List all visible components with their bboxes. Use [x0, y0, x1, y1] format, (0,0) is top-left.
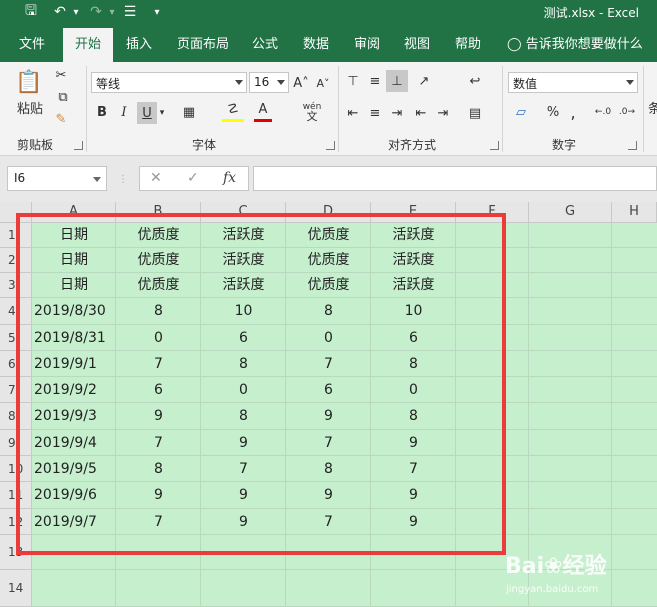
ribbon-tabs: 文件 开始 插入 页面布局 公式 数据 审阅 视图 帮助 ◯ 告诉我你想要做什么: [0, 24, 657, 62]
paste-icon[interactable]: 📋: [14, 68, 44, 96]
align-middle-icon[interactable]: ≡: [366, 72, 384, 90]
name-box[interactable]: I6: [7, 166, 107, 191]
insert-function-icon[interactable]: fx: [223, 170, 236, 186]
orientation-icon[interactable]: ↗: [414, 72, 434, 90]
formula-bar: I6 ⋮ ✕ ✓ fx: [0, 156, 657, 202]
align-bottom-icon[interactable]: ⊥: [386, 70, 408, 92]
borders-icon[interactable]: ▦: [178, 102, 200, 122]
watermark-url: jingyan.baidu.com: [506, 584, 599, 595]
phonetic-icon[interactable]: wén 文: [300, 100, 324, 124]
copy-icon[interactable]: ⧉: [52, 88, 74, 106]
column-header-g[interactable]: G: [529, 202, 612, 223]
increase-decimal-icon[interactable]: ←.0: [594, 102, 612, 122]
customize-toolbar-icon[interactable]: ▾: [150, 2, 164, 22]
undo-dropdown-icon[interactable]: ▾: [70, 2, 82, 22]
lightbulb-icon: ◯: [507, 37, 522, 52]
chevron-down-icon: [93, 177, 101, 182]
form-icon[interactable]: ☰: [120, 2, 140, 22]
tab-formulas[interactable]: 公式: [252, 33, 278, 52]
align-top-icon[interactable]: ⊤: [344, 72, 362, 90]
column-header-h[interactable]: H: [612, 202, 657, 223]
group-separator: [502, 66, 503, 152]
redo-dropdown-icon[interactable]: ▾: [106, 2, 118, 22]
merge-center-icon[interactable]: ▤: [464, 104, 486, 122]
font-name-combo[interactable]: 等线: [91, 72, 247, 93]
tab-data[interactable]: 数据: [303, 33, 329, 52]
clipboard-group-label: 剪贴板: [17, 138, 54, 152]
title-bar: 🖫 ↶ ▾ ↷ ▾ ☰ ▾ 测试.xlsx - Excel: [0, 0, 657, 24]
paste-button[interactable]: 粘贴: [12, 98, 48, 117]
chevron-down-icon: [277, 80, 285, 85]
grid-line-vertical: [611, 223, 612, 607]
tab-review[interactable]: 审阅: [354, 33, 380, 52]
wrap-text-icon[interactable]: ↩: [466, 70, 484, 92]
font-launcher-icon[interactable]: [326, 141, 335, 150]
font-group-label: 字体: [192, 138, 217, 152]
chevron-down-icon: [626, 80, 634, 85]
align-center-icon[interactable]: ≡: [366, 104, 384, 122]
window-title: 测试.xlsx - Excel: [543, 6, 639, 20]
increase-indent-icon[interactable]: ⇥: [434, 104, 452, 122]
alignment-group-label: 对齐方式: [388, 138, 437, 152]
chevron-down-icon: [235, 80, 243, 85]
ribbon: 📋 粘贴 ✂ ⧉ ✎ 剪贴板 等线 16 A˄ A˅ B I U ▾ ▦ ☡ A…: [0, 62, 657, 156]
phonetic-bottom-text: 文: [306, 110, 318, 123]
decrease-indent-icon[interactable]: ⇤: [412, 104, 430, 122]
shrink-font-button[interactable]: A˅: [314, 73, 332, 93]
conditional-format-button[interactable]: 条: [648, 98, 657, 117]
tab-view[interactable]: 视图: [404, 33, 430, 52]
underline-dropdown-icon[interactable]: ▾: [157, 104, 167, 122]
number-group-label: 数字: [552, 138, 577, 152]
watermark-logo: Bai❀经验: [505, 554, 607, 579]
redo-icon[interactable]: ↷: [86, 2, 106, 22]
highlight-rectangle: [16, 213, 506, 555]
tab-page-layout[interactable]: 页面布局: [177, 33, 229, 52]
formula-input[interactable]: [253, 166, 657, 191]
tab-help[interactable]: 帮助: [455, 33, 481, 52]
font-color-icon[interactable]: A: [254, 100, 272, 122]
italic-button[interactable]: I: [116, 102, 132, 122]
enter-icon[interactable]: ✓: [187, 170, 199, 186]
comma-style-button[interactable]: ,: [566, 102, 580, 122]
number-launcher-icon[interactable]: [628, 141, 637, 150]
group-separator: [643, 66, 644, 152]
decrease-decimal-icon[interactable]: .0→: [618, 102, 636, 122]
name-box-value: I6: [14, 171, 26, 185]
cut-icon[interactable]: ✂: [52, 66, 70, 84]
tab-insert[interactable]: 插入: [126, 33, 152, 52]
percent-style-button[interactable]: %: [544, 102, 562, 122]
underline-button[interactable]: U: [137, 102, 157, 124]
grow-font-button[interactable]: A˄: [292, 73, 310, 93]
font-name-value: 等线: [96, 77, 121, 91]
row-header-14[interactable]: 14: [0, 570, 32, 607]
tab-home[interactable]: 开始: [63, 28, 114, 62]
font-size-value: 16: [254, 75, 270, 89]
tell-me-text: 告诉我你想要做什么: [525, 37, 643, 52]
fill-color-icon[interactable]: ☡: [222, 100, 244, 122]
clipboard-launcher-icon[interactable]: [74, 141, 83, 150]
alignment-launcher-icon[interactable]: [490, 141, 499, 150]
align-right-icon[interactable]: ⇥: [388, 104, 406, 122]
undo-icon[interactable]: ↶: [50, 2, 70, 22]
number-format-combo[interactable]: 数值: [508, 72, 638, 93]
formula-buttons: ✕ ✓ fx: [139, 166, 249, 191]
group-separator: [86, 66, 87, 152]
align-left-icon[interactable]: ⇤: [344, 104, 362, 122]
tab-file[interactable]: 文件: [19, 33, 45, 52]
cancel-icon[interactable]: ✕: [150, 170, 162, 186]
formula-bar-grip-icon[interactable]: ⋮: [118, 170, 128, 188]
save-icon[interactable]: 🖫: [20, 2, 42, 22]
bold-button[interactable]: B: [94, 102, 110, 122]
font-size-combo[interactable]: 16: [249, 72, 289, 93]
accounting-format-icon[interactable]: ▱: [510, 102, 532, 122]
format-painter-icon[interactable]: ✎: [52, 110, 70, 128]
tell-me-box[interactable]: ◯ 告诉我你想要做什么: [507, 33, 643, 52]
group-separator: [338, 66, 339, 152]
number-format-value: 数值: [513, 77, 538, 91]
